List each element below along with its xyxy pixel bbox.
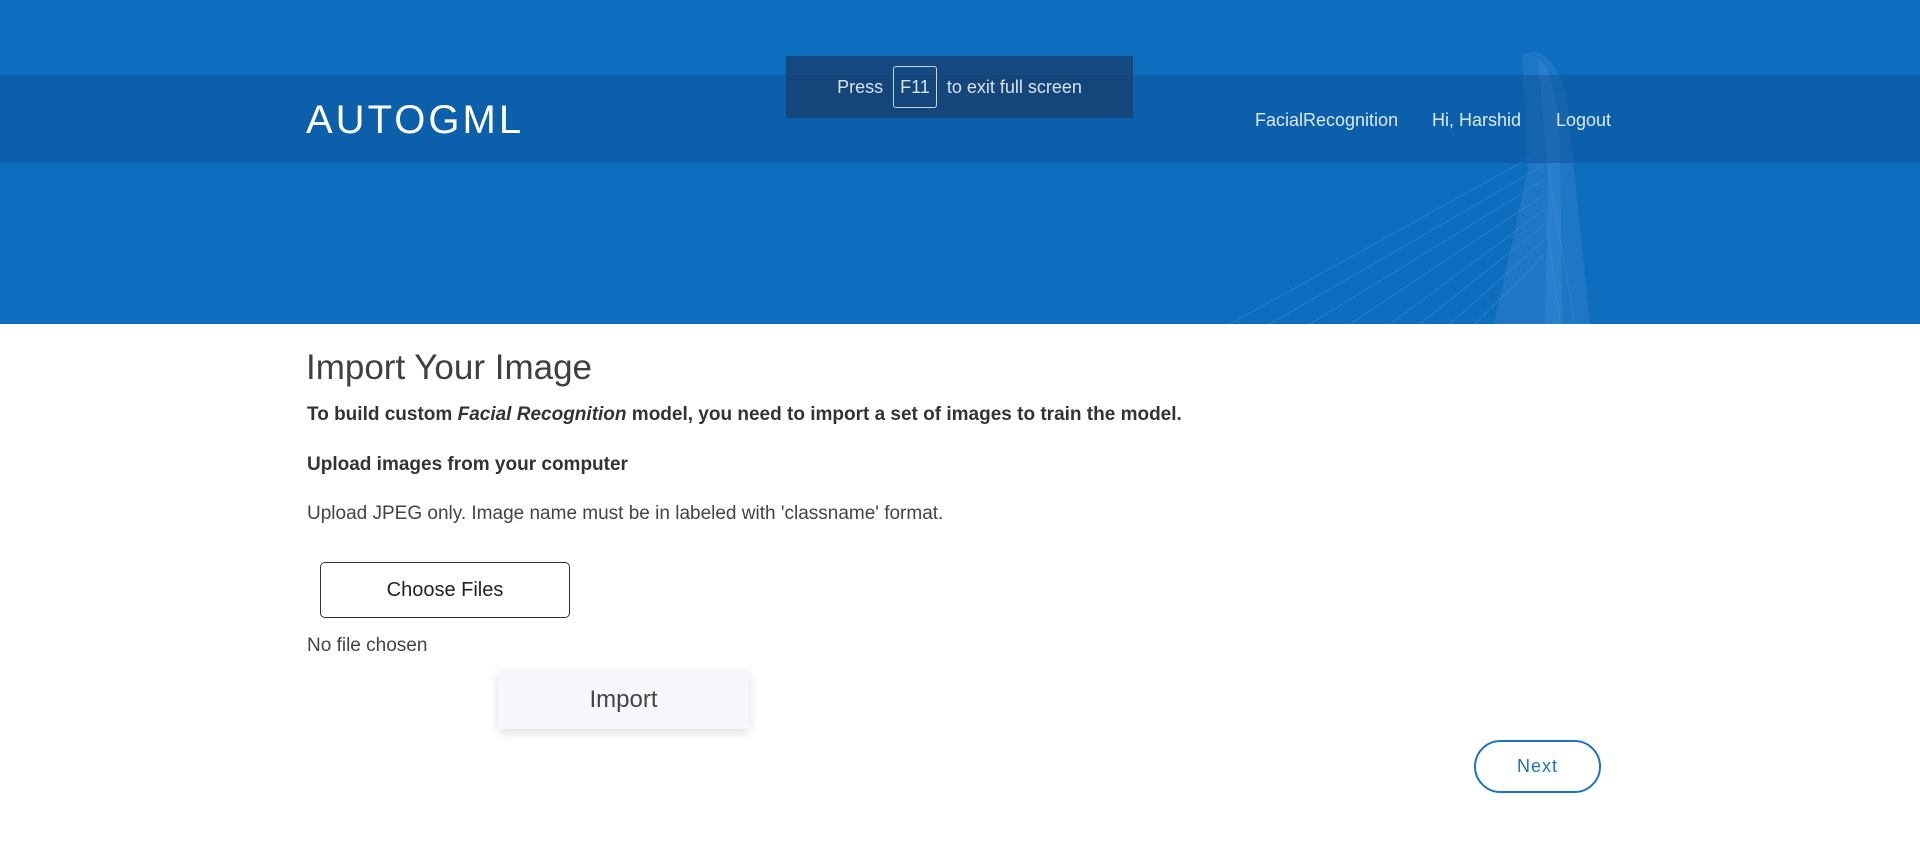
import-button[interactable]: Import	[498, 671, 749, 729]
file-chosen-status: No file chosen	[307, 635, 428, 656]
brand-logo[interactable]: AUTOGML	[306, 98, 524, 142]
nav-logout-link[interactable]: Logout	[1556, 109, 1611, 131]
choose-files-button[interactable]: Choose Files	[320, 562, 570, 618]
nav-user-greeting[interactable]: Hi, Harshid	[1432, 109, 1521, 131]
fullscreen-notice-prefix: Press	[837, 76, 884, 97]
fullscreen-notice: Press F11 to exit full screen	[786, 56, 1133, 118]
upload-heading: Upload images from your computer	[307, 454, 628, 475]
fullscreen-notice-suffix: to exit full screen	[946, 76, 1082, 97]
page-title: Import Your Image	[306, 348, 592, 387]
upload-instructions: Upload JPEG only. Image name must be in …	[307, 503, 944, 524]
description-text-before: To build custom	[307, 404, 458, 425]
f11-key-badge: F11	[893, 66, 937, 108]
hero-banner	[0, 0, 1920, 324]
description-model-name: Facial Recognition	[457, 404, 627, 425]
next-button[interactable]: Next	[1474, 740, 1601, 793]
description-text-after: model, you need to import a set of image…	[626, 404, 1182, 425]
nav-project-link[interactable]: FacialRecognition	[1255, 109, 1398, 131]
page-description: To build custom Facial Recognition model…	[307, 403, 1182, 427]
